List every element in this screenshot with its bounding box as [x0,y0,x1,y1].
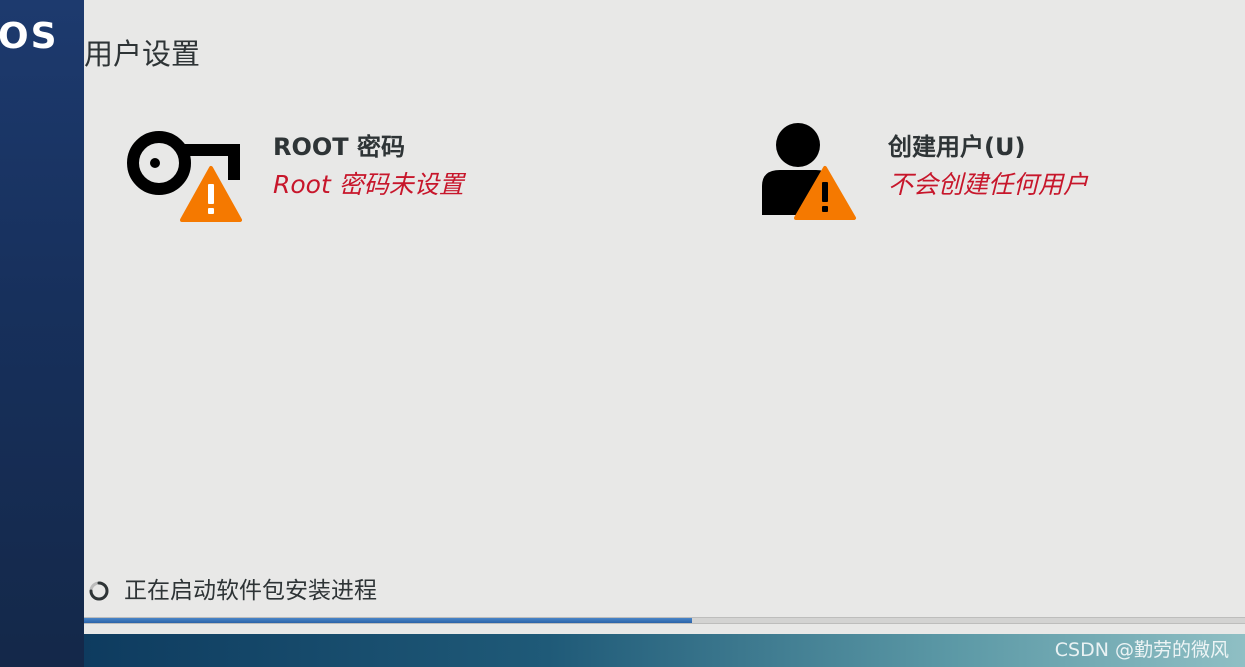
key-warning-icon [127,131,242,222]
spoke-status: 不会创建任何用户 [888,170,1089,199]
page-title: 用户设置 [84,37,201,71]
bottom-banner: CSDN @勤劳的微风 [84,634,1245,667]
install-progress-bar [84,617,1245,624]
spinner-icon [89,581,109,601]
create-user-spoke[interactable]: 创建用户(U) 不会创建任何用户 [760,120,1220,230]
root-password-spoke[interactable]: ROOT 密码 Root 密码未设置 [124,120,644,230]
progress-fill [84,618,693,623]
user-settings-hub: 用户设置 ROOT 密码 Root 密码未设置 创建用户(U) 不会创建任何用户… [84,0,1245,634]
spoke-title: 创建用户(U) [888,133,1026,161]
user-warning-icon [762,123,856,220]
spoke-status: Root 密码未设置 [273,170,464,199]
distro-logo: OS [0,16,59,57]
progress-message: 正在启动软件包安装进程 [124,578,377,604]
sidebar: OS [0,0,84,667]
spoke-title: ROOT 密码 [273,133,406,161]
watermark: CSDN @勤劳的微风 [1054,639,1229,661]
